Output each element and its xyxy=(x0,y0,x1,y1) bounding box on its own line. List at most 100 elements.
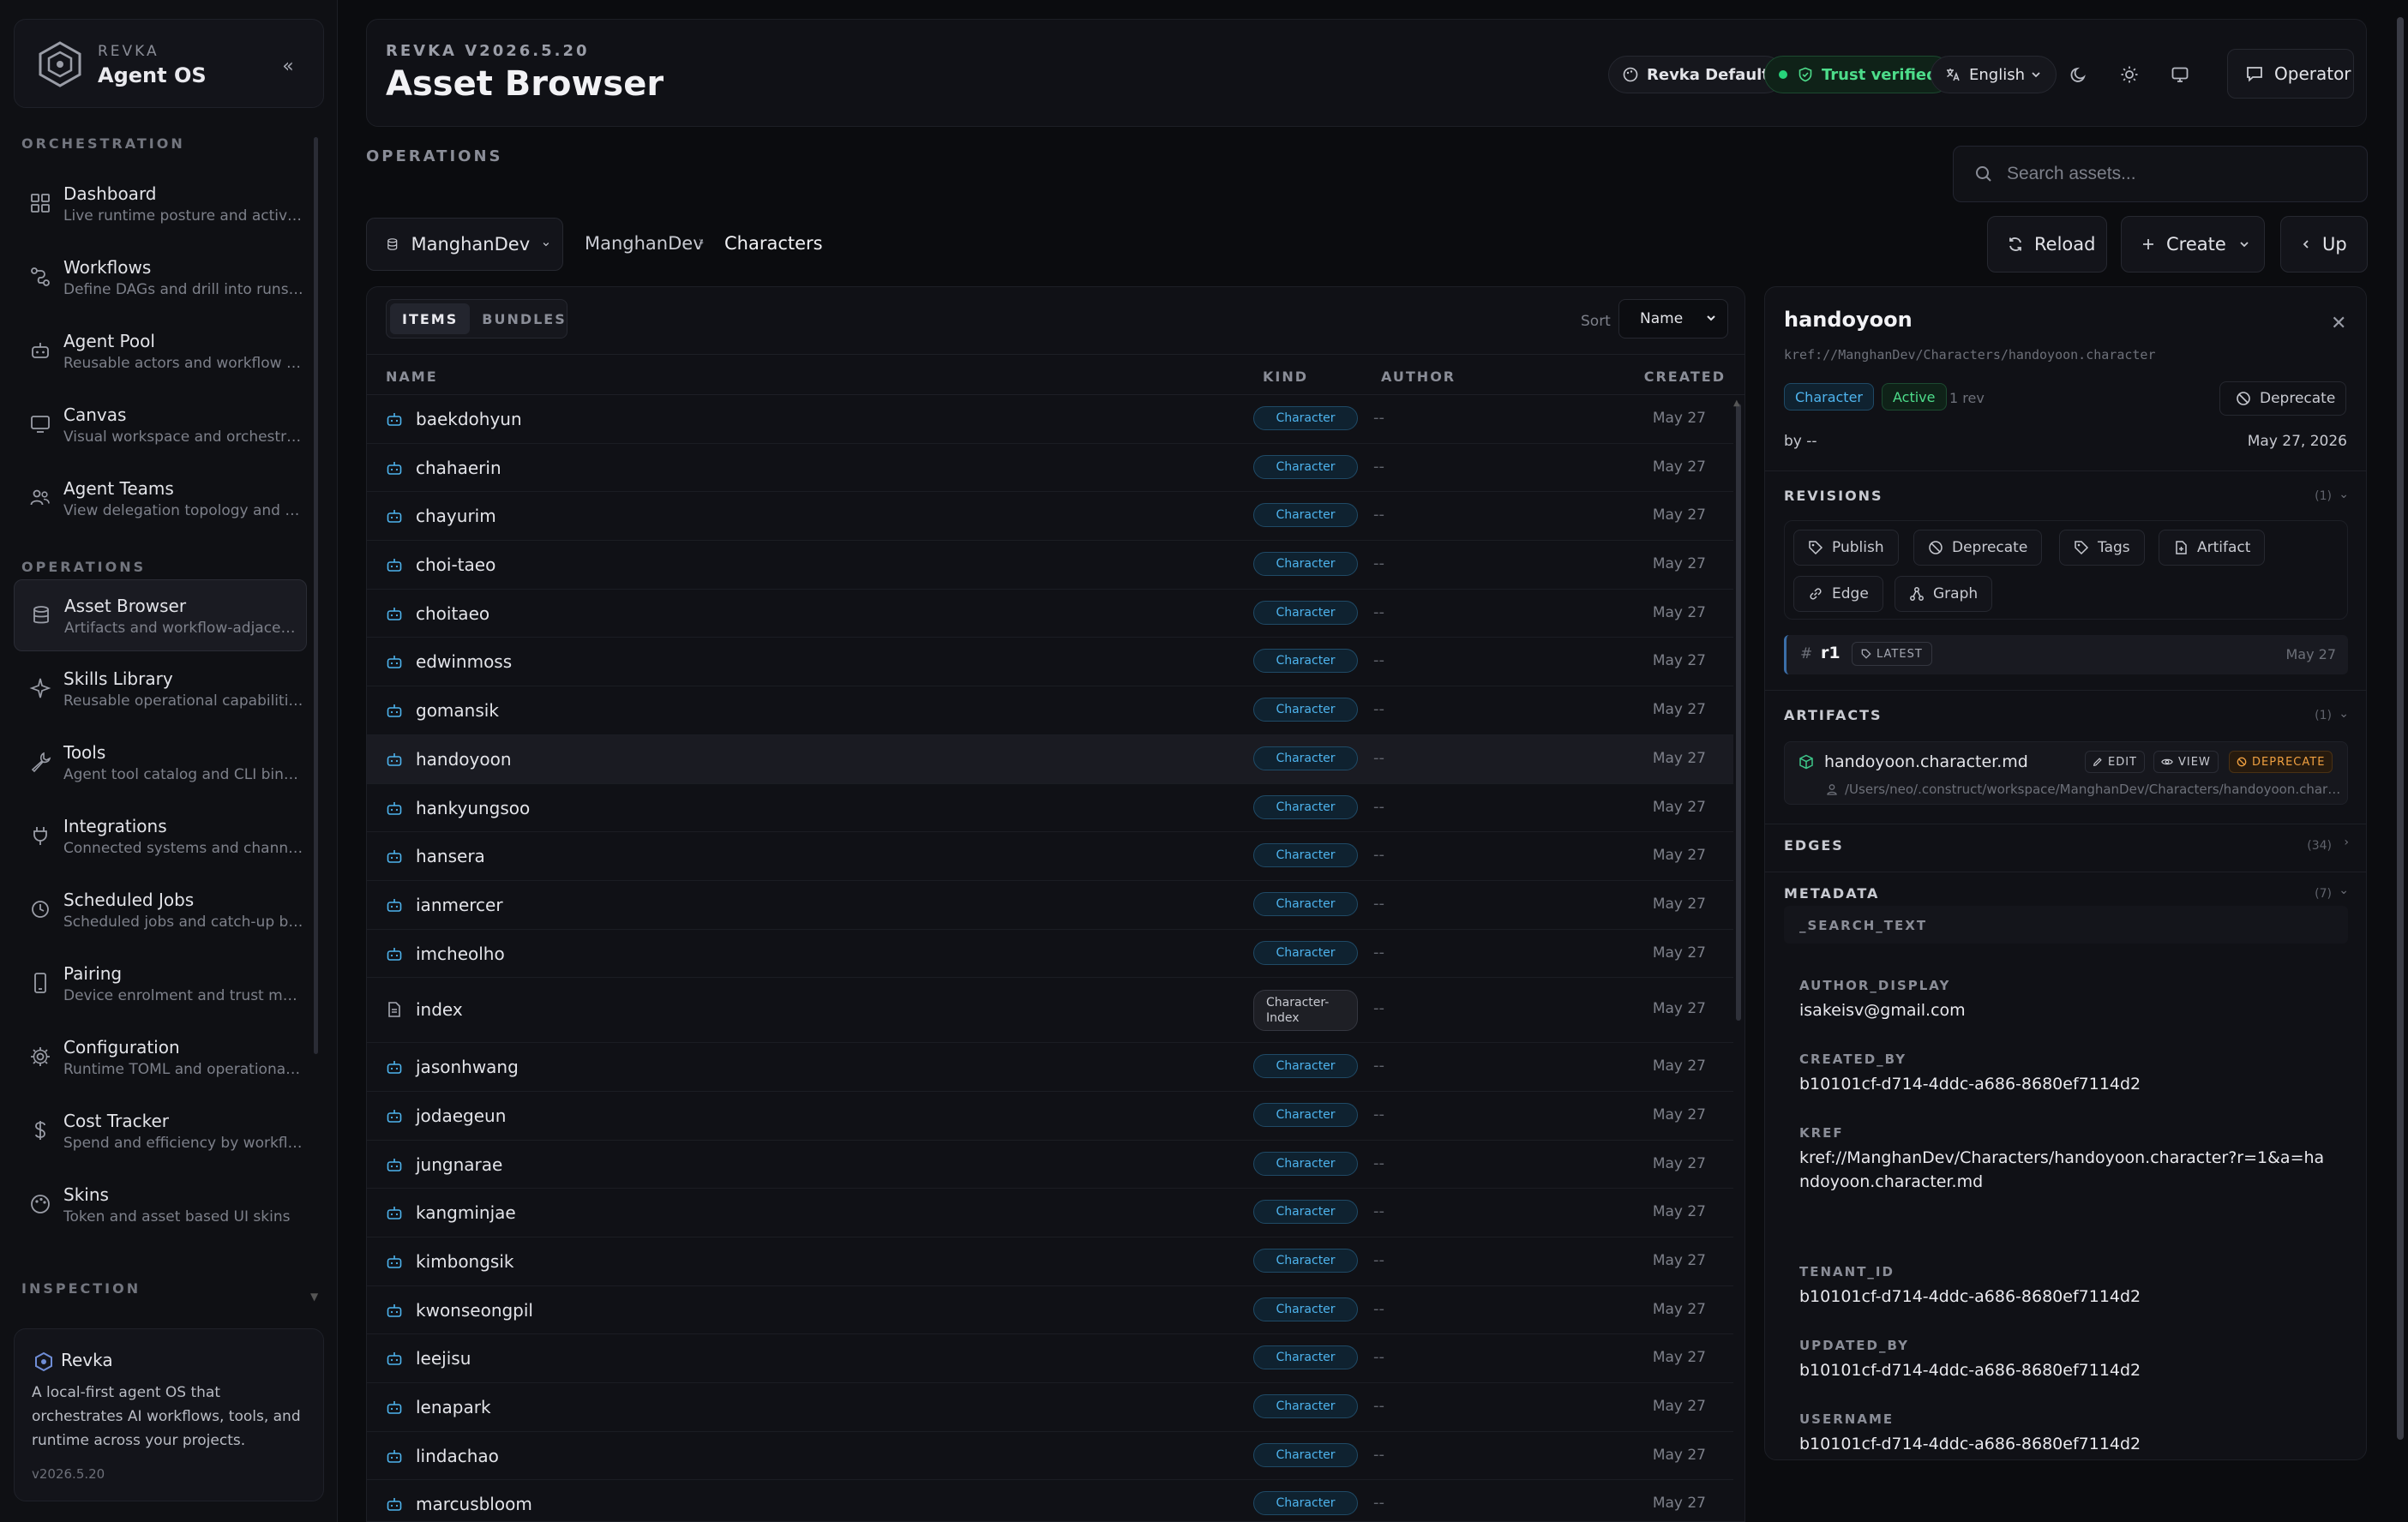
row-author: -- xyxy=(1373,1445,1384,1464)
table-row[interactable]: baekdohyun Character -- May 27 xyxy=(367,395,1733,444)
sidebar-item-pairing[interactable]: Pairing Device enrolment and trust man... xyxy=(14,948,307,1020)
column-created[interactable]: CREATED xyxy=(1644,369,1726,385)
table-row[interactable]: ianmercer Character -- May 27 xyxy=(367,881,1733,930)
sidebar-item-configuration[interactable]: Configuration Runtime TOML and operationa… xyxy=(14,1022,307,1094)
table-row[interactable]: chahaerin Character -- May 27 xyxy=(367,444,1733,493)
row-author: -- xyxy=(1373,651,1384,670)
table-row[interactable]: choi-taeo Character -- May 27 xyxy=(367,541,1733,590)
sidebar-item-skills-library[interactable]: Skills Library Reusable operational capab… xyxy=(14,653,307,725)
sort-select[interactable]: Name xyxy=(1618,299,1728,339)
list-scroll-up-icon[interactable]: ▲ xyxy=(1733,398,1740,408)
breadcrumb-workspace[interactable]: ManghanDev xyxy=(585,233,704,254)
column-kind[interactable]: KIND xyxy=(1263,369,1308,385)
profile-pill[interactable]: Revka Default xyxy=(1608,56,1784,93)
table-row[interactable]: lenapark Character -- May 27 xyxy=(367,1383,1733,1432)
create-button[interactable]: Create xyxy=(2121,216,2265,273)
robot-icon xyxy=(386,896,403,914)
sidebar-scroll-down-icon[interactable]: ▼ xyxy=(310,1291,318,1303)
edge-button[interactable]: Edge xyxy=(1793,576,1883,612)
collapse-sidebar-button[interactable]: « xyxy=(272,51,304,81)
table-row[interactable]: jungnarae Character -- May 27 xyxy=(367,1141,1733,1189)
revisions-heading[interactable]: REVISIONS xyxy=(1784,488,1883,504)
chevron-right-icon[interactable]: › xyxy=(2344,836,2349,849)
table-row[interactable]: index Character- Index -- May 27 xyxy=(367,978,1733,1044)
artifact-view-button[interactable]: VIEW xyxy=(2153,751,2219,773)
link-icon xyxy=(1810,588,1822,600)
sidebar-item-scheduled-jobs[interactable]: Scheduled Jobs Scheduled jobs and catch-u… xyxy=(14,874,307,946)
kind-badge: Character xyxy=(1253,843,1358,868)
table-row[interactable]: kangminjae Character -- May 27 xyxy=(367,1189,1733,1237)
metadata-heading[interactable]: METADATA xyxy=(1784,885,1879,902)
deprecate-button[interactable]: Deprecate xyxy=(2219,381,2346,416)
table-row[interactable]: kimbongsik Character -- May 27 xyxy=(367,1237,1733,1286)
kind-badge: Character xyxy=(1253,1054,1358,1079)
table-row[interactable]: jodaegeun Character -- May 27 xyxy=(367,1092,1733,1141)
trust-status-pill[interactable]: Trust verified xyxy=(1764,56,1952,93)
sidebar-item-label: Agent Pool xyxy=(63,331,155,351)
table-row[interactable]: imcheolho Character -- May 27 xyxy=(367,930,1733,979)
chevron-down-icon[interactable]: ⌄ xyxy=(2339,707,2349,721)
sidebar-item-canvas[interactable]: Canvas Visual workspace and orchestrati..… xyxy=(14,389,307,461)
list-scrollbar[interactable] xyxy=(1736,404,1741,1021)
search-box[interactable] xyxy=(1953,146,2368,202)
search-input[interactable] xyxy=(2007,164,2350,184)
table-row[interactable]: handoyoon Character -- May 27 xyxy=(367,734,1733,784)
table-row[interactable]: hansera Character -- May 27 xyxy=(367,832,1733,881)
edges-heading[interactable]: EDGES xyxy=(1784,837,1844,854)
kind-badge: Character xyxy=(1253,649,1358,674)
table-row[interactable]: kwonseongpil Character -- May 27 xyxy=(367,1286,1733,1335)
language-select[interactable]: English xyxy=(1931,56,2057,93)
table-row[interactable]: chayurim Character -- May 27 xyxy=(367,492,1733,542)
sidebar-item-tools[interactable]: Tools Agent tool catalog and CLI binar... xyxy=(14,727,307,799)
workspace-select[interactable]: ManghanDev xyxy=(366,218,563,271)
close-detail-button[interactable]: ✕ xyxy=(2331,313,2346,334)
dark-mode-button[interactable] xyxy=(2062,57,2096,92)
publish-button[interactable]: Publish xyxy=(1793,530,1899,566)
clock-icon xyxy=(29,898,51,920)
deprecate-revision-button[interactable]: Deprecate xyxy=(1913,530,2043,566)
sidebar-item-agent-pool[interactable]: Agent Pool Reusable actors and workflow p… xyxy=(14,315,307,387)
sidebar-scrollbar[interactable] xyxy=(314,137,318,1054)
table-row[interactable]: hankyungsoo Character -- May 27 xyxy=(367,784,1733,833)
chevron-down-icon[interactable]: ⌄ xyxy=(2339,884,2349,897)
sidebar-item-asset-browser[interactable]: Asset Browser Artifacts and workflow-adja… xyxy=(14,579,307,651)
tab-items[interactable]: ITEMS xyxy=(390,303,471,334)
system-theme-button[interactable] xyxy=(2163,57,2197,92)
sidebar-item-skins[interactable]: Skins Token and asset based UI skins xyxy=(14,1169,307,1241)
sidebar-item-integrations[interactable]: Integrations Connected systems and channe… xyxy=(14,800,307,872)
sidebar-item-cost-tracker[interactable]: Cost Tracker Spend and efficiency by work… xyxy=(14,1095,307,1167)
artifact-deprecate-button[interactable]: DEPRECATE xyxy=(2229,751,2333,773)
tab-bundles[interactable]: BUNDLES xyxy=(470,303,579,334)
row-author: -- xyxy=(1373,1251,1384,1269)
operator-button[interactable]: Operator xyxy=(2227,49,2354,99)
column-author[interactable]: AUTHOR xyxy=(1381,369,1456,385)
table-row[interactable]: jasonhwang Character -- May 27 xyxy=(367,1043,1733,1092)
artifacts-heading[interactable]: ARTIFACTS xyxy=(1784,707,1883,723)
sidebar-item-dashboard[interactable]: Dashboard Live runtime posture and active… xyxy=(14,168,307,240)
artifact-edit-button[interactable]: EDIT xyxy=(2085,751,2145,773)
table-row[interactable]: marcusbloom Character -- May 27 xyxy=(367,1480,1733,1521)
chevron-down-icon[interactable]: ⌄ xyxy=(2339,488,2349,501)
tags-button[interactable]: Tags xyxy=(2059,530,2145,566)
artifact-button[interactable]: Artifact xyxy=(2159,530,2266,566)
revision-row[interactable]: # r1 LATEST May 27 xyxy=(1784,635,2348,674)
graph-button[interactable]: Graph xyxy=(1895,576,1993,612)
artifact-row[interactable]: handoyoon.character.md EDIT VIEW DEPRECA… xyxy=(1784,741,2348,805)
sidebar-item-description: Define DAGs and drill into runs f... xyxy=(63,281,303,298)
breadcrumb-current[interactable]: Characters xyxy=(724,233,823,254)
table-row[interactable]: edwinmoss Character -- May 27 xyxy=(367,638,1733,687)
sidebar-item-agent-teams[interactable]: Agent Teams View delegation topology and … xyxy=(14,463,307,535)
sidebar-item-workflows[interactable]: Workflows Define DAGs and drill into runs… xyxy=(14,242,307,314)
page-scrollbar[interactable] xyxy=(2397,17,2404,1440)
row-created: May 27 xyxy=(1652,1300,1706,1318)
table-row[interactable]: choitaeo Character -- May 27 xyxy=(367,590,1733,638)
column-name[interactable]: NAME xyxy=(386,369,438,385)
reload-button[interactable]: Reload xyxy=(1987,216,2107,273)
row-name: edwinmoss xyxy=(416,651,513,673)
light-mode-button[interactable] xyxy=(2112,57,2147,92)
table-row[interactable]: leejisu Character -- May 27 xyxy=(367,1334,1733,1384)
table-row[interactable]: lindachao Character -- May 27 xyxy=(367,1432,1733,1481)
table-row[interactable]: gomansik Character -- May 27 xyxy=(367,686,1733,735)
up-button[interactable]: Up xyxy=(2280,216,2368,273)
user-icon xyxy=(1827,784,1837,795)
